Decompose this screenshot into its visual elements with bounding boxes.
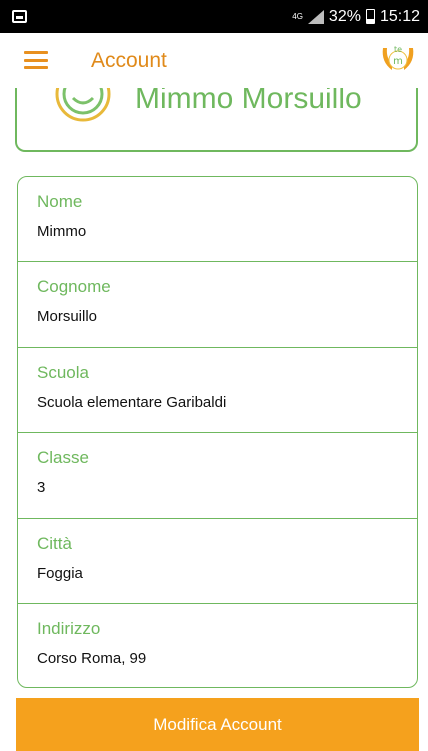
network-type: 4G xyxy=(292,11,303,21)
field-label: Scuola xyxy=(37,362,89,382)
field-label: Cognome xyxy=(37,277,111,297)
field-value: Morsuillo xyxy=(37,308,98,326)
field-nome: Nome Mimmo xyxy=(18,177,417,263)
network-indicator: 4G xyxy=(292,11,303,21)
field-indirizzo: Indirizzo Corso Roma, 99 xyxy=(18,604,417,687)
field-value: Corso Roma, 99 xyxy=(37,649,147,667)
field-value: Scuola elementare Garibaldi xyxy=(37,393,227,411)
field-scuola: Scuola Scuola elementare Garibaldi xyxy=(18,348,417,434)
signal-icon xyxy=(307,9,324,24)
app-logo: te m xyxy=(380,40,416,76)
field-label: Città xyxy=(37,533,72,553)
field-value: Mimmo xyxy=(37,223,87,240)
field-label: Nome xyxy=(37,192,83,211)
app-bar: Account te m xyxy=(0,33,428,88)
logo-text-bottom: m xyxy=(393,56,403,67)
edit-account-button[interactable]: Modifica Account xyxy=(16,698,419,751)
clock: 15:12 xyxy=(379,7,420,25)
field-value: Foggia xyxy=(37,564,83,582)
screenshot-notification-icon xyxy=(12,10,27,23)
account-details-card: Nome Mimmo Cognome Morsuillo Scuola Scuo… xyxy=(17,176,418,688)
logo-text-top: te xyxy=(394,45,402,54)
status-bar: 4G 32% 15:12 xyxy=(0,0,428,33)
field-cognome: Cognome Morsuillo xyxy=(18,262,417,348)
field-label: Indirizzo xyxy=(37,618,101,638)
battery-icon xyxy=(365,9,375,24)
field-value: 3 xyxy=(37,479,46,497)
field-citta: Città Foggia xyxy=(18,519,417,604)
menu-icon[interactable] xyxy=(24,51,48,69)
status-indicators: 4G 32% 15:12 xyxy=(292,8,420,26)
field-label: Classe xyxy=(37,448,89,468)
battery-percent: 32% xyxy=(328,7,361,25)
page-title: Account xyxy=(91,49,167,72)
field-classe: Classe 3 xyxy=(18,433,417,519)
